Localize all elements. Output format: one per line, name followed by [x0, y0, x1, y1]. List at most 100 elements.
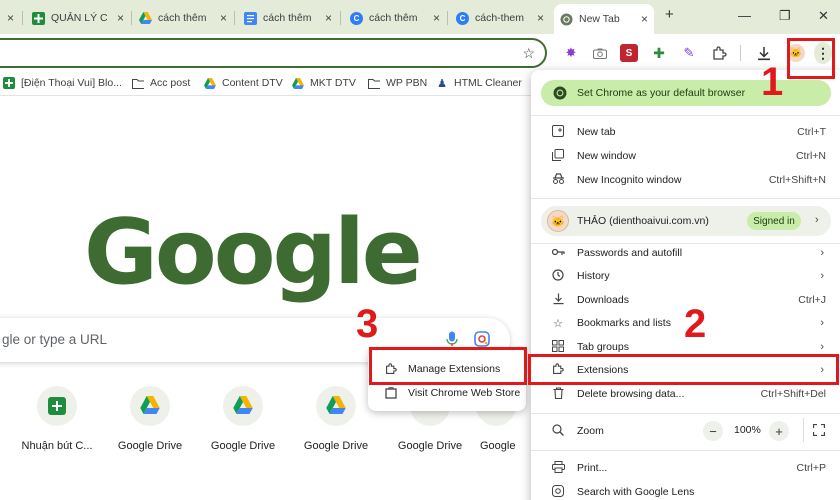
sheets-icon [48, 397, 66, 415]
tab-close-icon[interactable]: × [537, 11, 544, 25]
bookmark-item[interactable]: Content DTV [204, 77, 283, 89]
set-default-browser-banner[interactable]: Set Chrome as your default browser [541, 80, 831, 106]
tab-label: cách thêm [263, 12, 312, 24]
tab-label: cách thêm [369, 12, 418, 24]
menu-item-label: Passwords and autofill [577, 247, 683, 259]
visit-web-store-label: Visit Chrome Web Store [408, 387, 521, 399]
shortcut-tile[interactable]: Google Drive [197, 386, 289, 452]
bookmark-label: Acc post [150, 77, 191, 89]
minimize-button[interactable]: — [738, 8, 751, 23]
menu-item-label: New Incognito window [577, 174, 682, 186]
menu-item-passwords[interactable]: Passwords and autofill › [531, 242, 840, 264]
menu-item-shortcut: Ctrl+Shift+Del [760, 388, 826, 400]
menu-item-history[interactable]: History › [531, 265, 840, 287]
highlight-menu-button [787, 38, 835, 79]
history-icon [551, 268, 565, 284]
tab-close-icon[interactable]: × [641, 12, 648, 26]
tab-separator [131, 11, 132, 25]
menu-item-delete-data[interactable]: Delete browsing data... Ctrl+Shift+Del [531, 383, 840, 405]
tab-groups-icon [551, 339, 565, 355]
menu-item-label: Downloads [577, 294, 629, 306]
bookmark-item[interactable]: MKT DTV [292, 77, 356, 89]
tab-label: cách-them [475, 12, 525, 24]
tab-close-icon[interactable]: × [117, 11, 124, 25]
tab-6-active[interactable]: New Tab × [554, 4, 654, 34]
menu-item-google-lens[interactable]: Search with Google Lens [531, 481, 840, 500]
menu-item-label: Zoom [577, 425, 604, 437]
bookmark-item[interactable]: ♟ HTML Cleaner [436, 77, 522, 90]
chrome-icon [560, 13, 573, 26]
tab-3[interactable]: cách thêm × [238, 5, 338, 31]
extension-s-icon[interactable]: S [620, 44, 638, 62]
extension-plus-icon[interactable]: ✚ [650, 44, 668, 62]
folder-icon [132, 77, 144, 89]
tab-2[interactable]: cách thêm × [133, 5, 233, 31]
signed-in-badge: Signed in [747, 212, 801, 230]
extensions-puzzle-icon[interactable] [710, 44, 728, 62]
camera-icon[interactable] [591, 44, 609, 62]
tab-0[interactable]: × [0, 5, 20, 31]
address-bar[interactable]: ☆ [0, 38, 547, 68]
default-banner-label: Set Chrome as your default browser [577, 87, 746, 99]
extension-pen-icon[interactable]: ✎ [680, 44, 698, 62]
shortcut-icon-circle [316, 386, 356, 426]
bookmark-item[interactable]: WP PBN [368, 77, 427, 89]
tab-close-icon[interactable]: × [220, 11, 227, 25]
drive-icon [233, 395, 253, 417]
menu-item-label: New window [577, 150, 636, 162]
shortcut-label: Google Drive [397, 440, 463, 452]
google-logo: Google [84, 200, 423, 305]
bookmark-item[interactable]: Acc post [132, 77, 190, 89]
sheets-icon [3, 77, 15, 89]
star-icon[interactable]: ☆ [522, 45, 535, 62]
tab-1[interactable]: QUẢN LÝ C × [26, 5, 130, 31]
canva-icon: C [456, 11, 469, 25]
menu-item-shortcut: Ctrl+Shift+N [768, 174, 826, 186]
shortcut-label: Google [480, 440, 516, 452]
lens-icon [551, 484, 565, 500]
restore-button[interactable]: ❐ [779, 8, 791, 24]
menu-item-zoom: Zoom [531, 420, 840, 442]
menu-item-print[interactable]: Print... Ctrl+P [531, 457, 840, 479]
drive-icon [326, 395, 346, 417]
tab-separator [22, 11, 23, 25]
profile-name: THẢO (dienthoaivui.com.vn) [577, 215, 709, 227]
zoom-in-button[interactable]: + [769, 421, 789, 441]
zoom-divider [803, 418, 804, 442]
shortcut-tile[interactable]: Nhuận bút C... [11, 386, 103, 452]
tab-5[interactable]: C cách-them × [450, 5, 550, 31]
key-icon [551, 247, 565, 259]
close-window-button[interactable]: ✕ [818, 8, 829, 24]
new-tab-button[interactable]: + [665, 6, 674, 23]
fullscreen-icon[interactable] [812, 423, 826, 439]
new-window-icon [551, 148, 565, 164]
incognito-icon [551, 173, 565, 187]
zoom-out-button[interactable]: − [703, 421, 723, 441]
tab-close-icon[interactable]: × [433, 11, 440, 25]
menu-item-new-tab[interactable]: New tab Ctrl+T [531, 121, 840, 143]
menu-item-new-window[interactable]: New window Ctrl+N [531, 145, 840, 167]
shortcut-label: Nhuận bút C... [21, 440, 93, 452]
new-tab-icon [551, 124, 565, 140]
tab-close-icon[interactable]: × [7, 11, 14, 25]
zoom-icon [551, 423, 565, 439]
tab-separator [234, 11, 235, 25]
zoom-level: 100% [734, 424, 761, 436]
menu-item-shortcut: Ctrl+P [796, 462, 826, 474]
tab-4[interactable]: C cách thêm × [344, 5, 446, 31]
menu-item-label: Tab groups [577, 341, 629, 353]
chrome-icon [553, 86, 567, 100]
shortcut-tile[interactable]: Google Drive [104, 386, 196, 452]
chrome-menu: Set Chrome as your default browser New t… [531, 70, 840, 500]
profile-row[interactable]: 🐱 THẢO (dienthoaivui.com.vn) Signed in › [541, 206, 831, 236]
highlight-manage-extensions [369, 347, 527, 385]
chevron-right-icon: › [815, 214, 819, 226]
tab-label: cách thêm [158, 12, 207, 24]
menu-separator [531, 198, 840, 199]
extension-flower-icon[interactable]: ✸ [562, 44, 580, 62]
bookmark-item[interactable]: [Điện Thoại Vui] Blo... [3, 77, 122, 89]
step-number-2: 2 [684, 302, 707, 346]
shortcut-icon-circle [37, 386, 77, 426]
menu-item-incognito[interactable]: New Incognito window Ctrl+Shift+N [531, 169, 840, 191]
tab-close-icon[interactable]: × [325, 11, 332, 25]
